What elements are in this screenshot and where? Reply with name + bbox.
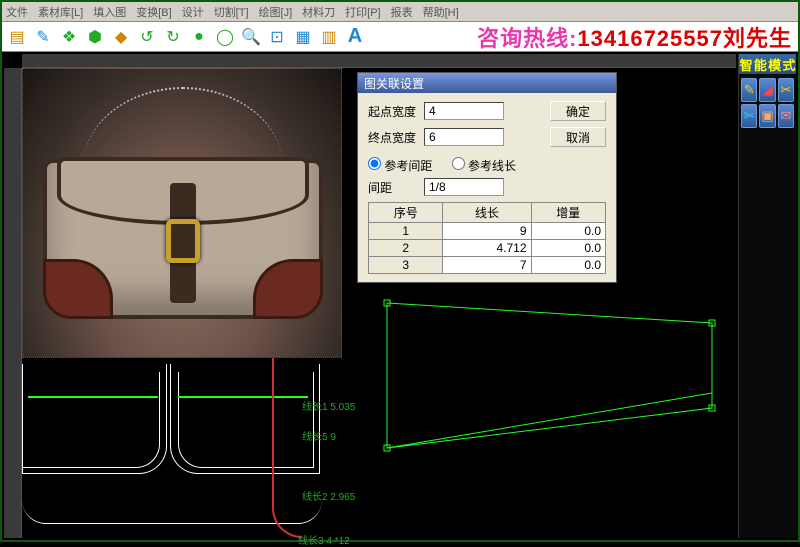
menu-transform[interactable]: 变换[B] <box>136 4 171 20</box>
length-annotation: 线长5 9 <box>302 428 336 443</box>
canvas[interactable]: 图关联设置 起点宽度 确定 终点宽度 取消 参考间距 参考线长 间距 <box>22 68 736 538</box>
box-icon[interactable]: ▣ <box>759 104 775 128</box>
menu-fill[interactable]: 填入图 <box>93 4 126 20</box>
green-guide[interactable] <box>28 396 158 398</box>
redo-icon[interactable]: ↻ <box>162 26 184 48</box>
menu-report[interactable]: 报表 <box>391 4 413 20</box>
grid-icon[interactable]: ▥ <box>318 26 340 48</box>
toolbar: ▤ ✎ ❖ ⬢ ◆ ↺ ↻ ● ◯ 🔍 ⊡ ▦ ▥ A 咨询热线:1341672… <box>2 22 798 52</box>
table-row: 2 4.712 0.0 <box>369 240 606 257</box>
gap-input[interactable] <box>424 178 504 196</box>
radio-ref-length[interactable]: 参考线长 <box>452 159 516 173</box>
menu-knife[interactable]: 材料刀 <box>302 4 335 20</box>
side-panel-title: 智 能 模 式 <box>739 54 796 74</box>
menu-file[interactable]: 文件 <box>6 4 28 20</box>
ring-icon[interactable]: ◯ <box>214 26 236 48</box>
hotline-number: 13416725557 <box>577 26 723 51</box>
envelope-icon[interactable]: ✉ <box>778 104 794 128</box>
reference-image <box>22 68 342 358</box>
table-row: 1 9 0.0 <box>369 223 606 240</box>
col-length: 线长 <box>443 203 531 223</box>
bag-corner-left <box>43 259 113 319</box>
ruler-horizontal <box>22 54 736 68</box>
cancel-button[interactable]: 取消 <box>550 127 606 147</box>
bag-buckle <box>166 219 200 263</box>
red-curve[interactable] <box>272 358 302 538</box>
bag-corner-right <box>253 259 323 319</box>
gap-label: 间距 <box>368 179 424 196</box>
menu-design[interactable]: 设计 <box>182 4 204 20</box>
menu-draw[interactable]: 绘图[J] <box>259 4 293 20</box>
ok-button[interactable]: 确定 <box>550 101 606 121</box>
bag-body <box>43 159 323 319</box>
text-icon[interactable]: A <box>344 26 366 48</box>
radio-ref-distance[interactable]: 参考间距 <box>368 159 432 173</box>
new-icon[interactable]: ▤ <box>6 26 28 48</box>
pattern-line[interactable] <box>22 372 160 468</box>
hotline-text: 咨询热线:13416725557刘先生 <box>477 21 792 53</box>
table-row: 3 7 0.0 <box>369 257 606 274</box>
length-annotation: 线长2 2.965 <box>302 488 355 503</box>
open-icon[interactable]: ✎ <box>32 26 54 48</box>
hotline-name: 刘先生 <box>723 26 792 51</box>
col-increment: 增量 <box>531 203 606 223</box>
undo-icon[interactable]: ↺ <box>136 26 158 48</box>
dialog-table: 序号 线长 增量 1 9 0.0 2 4.712 0.0 <box>368 202 606 274</box>
col-index: 序号 <box>369 203 443 223</box>
zoom-icon[interactable]: 🔍 <box>240 26 262 48</box>
layer-icon[interactable]: ▦ <box>292 26 314 48</box>
circle-icon[interactable]: ● <box>188 26 210 48</box>
menu-cut[interactable]: 切割[T] <box>214 4 249 20</box>
menu-material[interactable]: 素材库[L] <box>38 4 83 20</box>
fit-icon[interactable]: ⊡ <box>266 26 288 48</box>
start-width-input[interactable] <box>424 102 504 120</box>
bag-chain <box>83 87 283 167</box>
save-icon[interactable]: ❖ <box>58 26 80 48</box>
import-icon[interactable]: ⬢ <box>84 26 106 48</box>
end-width-label: 终点宽度 <box>368 129 424 146</box>
dialog-title: 图关联设置 <box>358 73 616 93</box>
menu-print[interactable]: 打印[P] <box>345 4 380 20</box>
workspace: 智 能 模 式 ✎ ◢ ✂ ✄ ▣ ✉ 图关联设置 <box>4 54 796 538</box>
length-annotation: 线长3 4 *12 <box>298 532 350 547</box>
start-width-label: 起点宽度 <box>368 103 424 120</box>
menu-bar: 文件 素材库[L] 填入图 变换[B] 设计 切割[T] 绘图[J] 材料刀 打… <box>2 2 798 22</box>
menu-help[interactable]: 帮助[H] <box>423 4 459 20</box>
dxf-icon[interactable]: ◆ <box>110 26 132 48</box>
compass-icon[interactable]: ✂ <box>778 78 794 102</box>
right-pattern-shape[interactable] <box>382 298 722 458</box>
length-annotation: 线长1 5.035 <box>302 398 355 413</box>
scissors-icon[interactable]: ✄ <box>741 104 757 128</box>
triangle-icon[interactable]: ◢ <box>759 78 775 102</box>
ruler-vertical <box>4 68 22 538</box>
hotline-label: 咨询热线: <box>477 26 577 51</box>
end-width-input[interactable] <box>424 128 504 146</box>
pencil-icon[interactable]: ✎ <box>741 78 757 102</box>
link-settings-dialog: 图关联设置 起点宽度 确定 终点宽度 取消 参考间距 参考线长 间距 <box>357 72 617 283</box>
side-panel: 智 能 模 式 ✎ ◢ ✂ ✄ ▣ ✉ <box>738 54 796 538</box>
